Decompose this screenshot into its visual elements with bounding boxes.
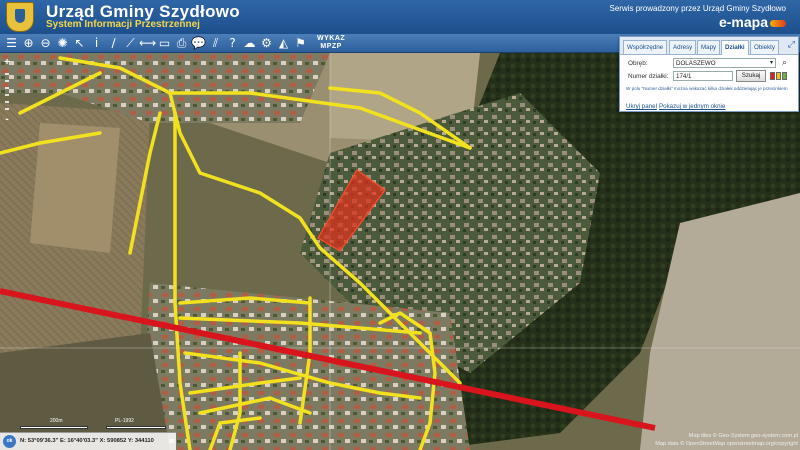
tab-dzialki[interactable]: Działki	[721, 40, 749, 55]
wykaz-label: WYKAZ	[317, 35, 346, 42]
scale-label: 200m	[50, 418, 63, 424]
chevron-down-icon: ▾	[769, 60, 773, 66]
tile-attribution[interactable]: Map tiles © Geo-System geo-system.com.pl	[689, 433, 798, 439]
obreb-value: DOLASZEWO	[676, 60, 716, 67]
parcel-number-input[interactable]: 174/1	[673, 71, 733, 81]
zoom-out-icon[interactable]: ⊖	[37, 35, 54, 52]
coordinates-bar: ok N: 53°09'36.3" E: 16°40'03.3" X: 5908…	[0, 432, 176, 450]
scale-bar: 200m PL-1992	[20, 418, 200, 432]
projection-label: PL-1992	[115, 418, 134, 424]
settings-icon[interactable]: ⚙	[258, 35, 275, 52]
data-attribution[interactable]: Map data © OpenStreetMap openstreetmap.o…	[655, 441, 798, 447]
zoom-out-button[interactable]: -	[2, 115, 12, 125]
measure-icon[interactable]: ⟋	[122, 35, 139, 52]
mpzp-label: MPZP	[320, 43, 342, 50]
hide-panel-link[interactable]: Ukryj panel	[626, 103, 657, 110]
zoom-level-tick[interactable]	[5, 73, 9, 75]
tab-obiekty[interactable]: Obiekty	[750, 40, 779, 54]
zoom-level-tick[interactable]	[5, 80, 9, 82]
zoom-in-button[interactable]: +	[2, 58, 12, 68]
ok-icon[interactable]: ok	[3, 435, 16, 448]
select-arrow-icon[interactable]: ↖	[71, 35, 88, 52]
zoom-level-tick[interactable]	[5, 108, 9, 110]
obreb-select[interactable]: DOLASZEWO ▾	[673, 58, 776, 68]
search-panel: Współrzędne Adresy Mapy Działki Obiekty …	[619, 36, 799, 112]
scale-bar-graphic	[20, 426, 88, 429]
service-note: Serwis prowadzony przez Urząd Gminy Szyd…	[609, 4, 786, 13]
map-image	[0, 53, 800, 450]
obreb-label: Obręb:	[628, 60, 648, 67]
close-icon[interactable]: ⤢	[788, 39, 795, 50]
app-header: Urząd Gminy Szydłowo System Informacji P…	[0, 0, 800, 34]
wykaz-mpzp-button[interactable]: WYKAZ MPZP	[317, 35, 345, 51]
brand-logo[interactable]: e-mapa	[719, 14, 786, 30]
draw-line-icon[interactable]: ∕	[105, 35, 122, 52]
numer-label: Numer działki:	[628, 73, 669, 80]
area-icon[interactable]: ▭	[156, 35, 173, 52]
full-extent-icon[interactable]: ✺	[54, 35, 71, 52]
color-swatch-yellow[interactable]	[776, 72, 781, 80]
distance-icon[interactable]: ⟷	[139, 35, 156, 52]
triangle-icon[interactable]: ◭	[275, 35, 292, 52]
tab-adresy[interactable]: Adresy	[669, 40, 697, 54]
zoom-level-tick[interactable]	[5, 87, 9, 89]
tab-wspolrzedne[interactable]: Współrzędne	[623, 40, 668, 54]
projection-bar-graphic	[106, 426, 166, 429]
search-button[interactable]: Szukaj	[736, 70, 766, 82]
brand-text: e-mapa	[718, 14, 768, 30]
tab-mapy[interactable]: Mapy	[697, 40, 721, 54]
search-icon[interactable]: ⌕	[782, 57, 787, 68]
color-swatch-green[interactable]	[782, 72, 787, 80]
layers-icon[interactable]: ☰	[3, 35, 20, 52]
help-icon[interactable]: ?	[224, 35, 241, 52]
app-subtitle: System Informacji Przestrzennej	[46, 19, 200, 30]
brand-dot-icon	[770, 19, 786, 27]
single-window-link[interactable]: Pokazuj w jednym oknie	[659, 103, 725, 110]
comment-icon[interactable]: 💬	[190, 35, 207, 52]
hatch-icon[interactable]: ⫽	[207, 35, 224, 52]
zoom-in-icon[interactable]: ⊕	[20, 35, 37, 52]
coordinates-readout: N: 53°09'36.3" E: 16°40'03.3" X: 590852 …	[20, 438, 154, 444]
zoom-level-tick[interactable]	[5, 94, 9, 96]
zoom-bar: + -	[2, 58, 12, 168]
coat-of-arms-logo	[6, 2, 34, 32]
info-icon[interactable]: i	[88, 35, 105, 52]
map-canvas[interactable]	[0, 53, 800, 450]
panel-tabs: Współrzędne Adresy Mapy Działki Obiekty …	[620, 37, 798, 55]
print-icon[interactable]: ⎙	[173, 35, 190, 52]
cloud-icon[interactable]: ☁	[241, 35, 258, 52]
search-hint: W polu "Numer działki" można wskazać kil…	[626, 86, 788, 91]
color-swatch-red[interactable]	[770, 72, 775, 80]
bookmark-icon[interactable]: ⚑	[292, 35, 309, 52]
zoom-level-tick[interactable]	[5, 101, 9, 103]
